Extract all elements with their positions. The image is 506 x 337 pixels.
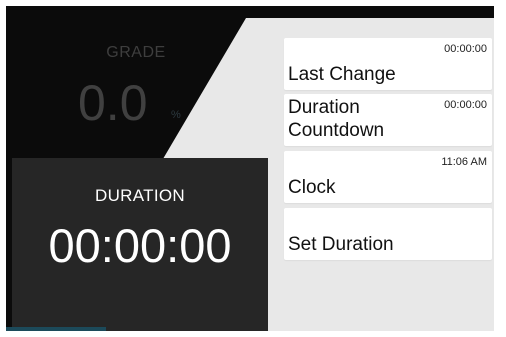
duration-label: DURATION xyxy=(95,186,185,205)
last-change-label: Last Change xyxy=(288,64,396,85)
clock-label: Clock xyxy=(288,177,336,198)
duration-countdown-time: 00:00:00 xyxy=(444,99,487,111)
duration-value: 00:00:00 xyxy=(48,219,232,272)
device-screen: GRADE 0.0 % DURATION 00:00:00 00:00:00 L… xyxy=(6,6,494,331)
duration-countdown-label: Duration Countdown xyxy=(288,97,385,141)
last-change-time: 00:00:00 xyxy=(444,43,487,55)
clock-time: 11:06 AM xyxy=(441,156,487,168)
clock-button[interactable]: 11:06 AM Clock xyxy=(284,151,492,203)
duration-panel[interactable]: DURATION 00:00:00 xyxy=(12,158,268,331)
set-duration-button[interactable]: Set Duration xyxy=(284,208,492,260)
accent-strip xyxy=(6,327,106,331)
set-duration-label: Set Duration xyxy=(288,234,394,255)
duration-countdown-button[interactable]: 00:00:00 Duration Countdown xyxy=(284,94,492,146)
last-change-button[interactable]: 00:00:00 Last Change xyxy=(284,38,492,90)
